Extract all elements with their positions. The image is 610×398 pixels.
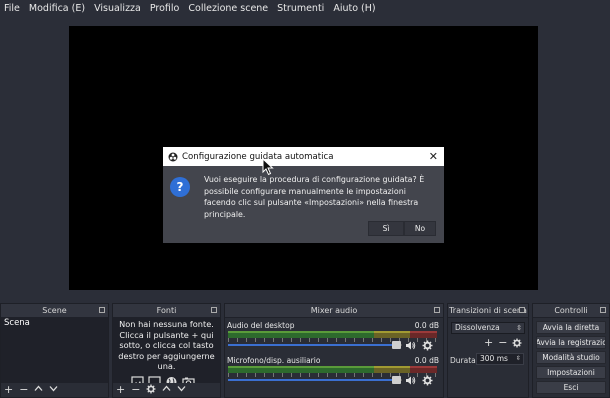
menu-bar: File Modifica (E) Visualizza Profilo Col… [0,0,610,16]
duration-label: Durata [450,356,476,365]
remove-transition-button[interactable]: − [498,337,507,349]
add-source-button[interactable]: + [116,384,125,396]
volume-slider-handle[interactable] [392,341,401,349]
menu-view[interactable]: Visualizza [94,3,141,14]
transition-select-value: Dissolvenza [455,323,500,332]
mouse-cursor-icon [262,158,274,176]
scenes-dock-title: Scene [1,304,108,318]
mixer-channel-db: 0.0 dB [414,356,439,365]
exit-button[interactable]: Esci [536,381,606,394]
volume-meter [228,331,437,338]
mixer-channel-name: Microfono/disp. ausiliario [227,356,321,365]
scenes-dock-title-text: Scene [42,306,67,315]
spin-arrows-icon[interactable]: ⇳ [516,354,521,364]
duration-input[interactable]: 300 ms ⇳ [476,353,524,365]
volume-slider-track[interactable] [228,344,398,346]
dialog-message: Vuoi eseguire la procedura di configuraz… [204,175,425,219]
menu-help[interactable]: Aiuto (H) [333,3,375,14]
transitions-dock-title: Transizioni di scena [448,304,528,318]
mixer-dock: Mixer audio Audio del desktop 0.0 dB Mic… [224,303,444,398]
menu-profile[interactable]: Profilo [150,3,180,14]
transition-select[interactable]: Dissolvenza ⇳ [451,322,525,334]
gear-icon[interactable] [146,384,156,397]
dialog-title: Configurazione guidata automatica [182,151,334,162]
transitions-dock-title-text: Transizioni di scena [449,306,527,315]
mixer-dock-title: Mixer audio [225,304,443,318]
speaker-icon[interactable] [405,340,416,351]
sources-toolbar: + − [113,383,220,397]
obs-logo-icon [168,152,178,161]
dock-float-icon[interactable] [600,307,606,313]
remove-scene-button[interactable]: − [19,384,28,396]
remove-source-button[interactable]: − [131,384,140,396]
move-up-icon[interactable] [162,384,171,396]
speaker-icon[interactable] [405,375,416,386]
mixer-dock-title-text: Mixer audio [310,306,358,315]
duration-value: 300 ms [480,354,508,363]
auto-config-dialog: Configurazione guidata automatica ✕ ? Vu… [163,147,444,243]
mixer-channel-name: Audio del desktop [227,321,295,330]
scenes-toolbar: + − [1,383,108,397]
mixer-body: Audio del desktop 0.0 dB Microfono/disp.… [225,318,443,397]
mixer-channel-db: 0.0 dB [414,321,439,330]
add-transition-button[interactable]: + [484,337,493,349]
menu-edit[interactable]: Modifica (E) [29,3,85,14]
sources-dock: Fonti Non hai nessuna fonte. Clicca il p… [112,303,221,398]
start-streaming-button[interactable]: Avvia la diretta [536,321,606,334]
dock-float-icon[interactable] [519,307,525,313]
dock-float-icon[interactable] [211,307,217,313]
dialog-titlebar: Configurazione guidata automatica ✕ [163,147,444,166]
move-down-icon[interactable] [177,384,186,396]
move-down-icon[interactable] [49,384,58,396]
no-button[interactable]: No [404,221,436,236]
transitions-body: Dissolvenza ⇳ + − Durata 300 ms ⇳ [448,318,528,397]
studio-mode-button[interactable]: Modalità studio [536,351,606,364]
mixer-channel-desktop: Audio del desktop 0.0 dB [227,321,439,355]
controls-body: Avvia la diretta Avvia la registrazic Mo… [533,318,609,397]
scene-item[interactable]: Scena [1,318,108,332]
settings-button[interactable]: Impostazioni [536,366,606,379]
start-recording-button[interactable]: Avvia la registrazic [536,336,606,349]
chevron-updown-icon: ⇳ [516,324,522,332]
controls-dock-title-text: Controlli [554,306,588,315]
sources-dock-title-text: Fonti [156,306,177,315]
controls-dock: Controlli Avvia la diretta Avvia la regi… [532,303,610,398]
yes-button[interactable]: Sì [368,221,404,236]
scenes-dock: Scene Scena + − [0,303,109,398]
gear-icon[interactable] [422,340,433,351]
dock-float-icon[interactable] [99,307,105,313]
close-icon[interactable]: ✕ [429,150,438,163]
gear-icon[interactable] [422,375,433,386]
controls-dock-title: Controlli [533,304,609,318]
question-icon: ? [170,177,190,197]
volume-meter [228,366,437,373]
gear-icon[interactable] [512,338,522,348]
menu-scene-collection[interactable]: Collezione scene [188,3,268,14]
volume-slider-handle[interactable] [392,376,401,384]
mixer-channel-mic: Microfono/disp. ausiliario 0.0 dB [227,356,439,390]
dock-float-icon[interactable] [434,307,440,313]
docks-panel: Scene Scena + − Fonti Non hai nessuna fo… [0,303,610,398]
transition-tools: + − [484,337,522,349]
menu-file[interactable]: File [4,3,20,14]
menu-tools[interactable]: Strumenti [277,3,324,14]
sources-dock-title: Fonti [113,304,220,318]
add-scene-button[interactable]: + [4,384,13,396]
sources-empty-message: Non hai nessuna fonte. Clicca il pulsant… [118,319,215,371]
move-up-icon[interactable] [34,384,43,396]
volume-slider-track[interactable] [228,379,398,381]
transitions-dock: Transizioni di scena Dissolvenza ⇳ + − D… [447,303,529,398]
